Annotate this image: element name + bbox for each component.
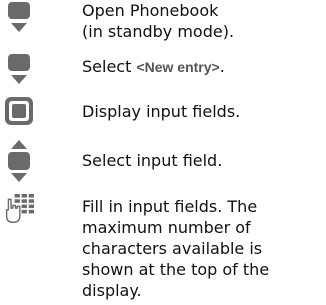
navigate-down-icon: [8, 54, 30, 84]
step-open-phonebook: Open Phonebook (in standby mode).: [0, 0, 326, 44]
step-text: Fill in input fields. The maximum number…: [82, 196, 269, 301]
navigate-down-icon: [8, 2, 30, 32]
step-select-input-field: Select input field.: [0, 138, 326, 186]
step-line: display.: [82, 281, 142, 300]
step-line: maximum number of: [82, 218, 251, 237]
step-text: Select <New entry>.: [82, 56, 225, 78]
step-line: Fill in input fields. The: [82, 197, 258, 216]
step-line: (in standby mode).: [82, 22, 235, 41]
navigate-up-down-icon: [8, 140, 30, 182]
keypad-hand-icon: [5, 194, 34, 223]
step-select-new-entry: Select <New entry>.: [0, 52, 326, 84]
step-line: characters available is: [82, 239, 263, 258]
step-fill-in-fields: Fill in input fields. The maximum number…: [0, 192, 326, 304]
step-display-input-fields: Display input fields.: [0, 96, 326, 132]
step-line: Open Phonebook: [82, 1, 219, 20]
step-text: Open Phonebook (in standby mode).: [82, 0, 234, 42]
step-prefix: Select: [82, 57, 137, 76]
center-select-key-icon: [5, 97, 33, 125]
step-suffix: .: [219, 57, 225, 76]
step-text: Select input field.: [82, 151, 223, 170]
step-line: shown at the top of the: [82, 260, 270, 279]
softkey-tag: <New entry>: [136, 59, 220, 75]
step-text: Display input fields.: [82, 102, 241, 121]
